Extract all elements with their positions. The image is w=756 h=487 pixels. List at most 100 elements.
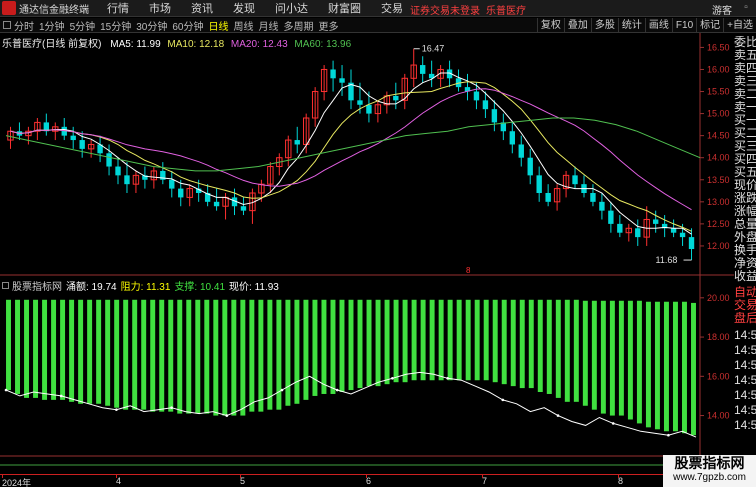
overlay-button[interactable]: 叠加 [563, 18, 591, 33]
menu-item-assistant[interactable]: 问小达 [275, 0, 308, 16]
menu-item-trade[interactable]: 交易 [381, 0, 403, 16]
indicator-bar [231, 299, 237, 416]
indicator-bar [348, 299, 354, 391]
indicator-bar [168, 299, 174, 412]
indicator-settings-icon[interactable] [2, 282, 9, 289]
price-tick-label: 14.00 [707, 153, 730, 163]
event-marker-icon: 8 [466, 266, 471, 275]
menu-item-wealth[interactable]: 财富圈 [328, 0, 361, 16]
indicator-bar [384, 299, 390, 385]
candle-body [393, 95, 399, 101]
date-tick-label: 2024年 [2, 478, 32, 487]
indicator-bar [663, 301, 669, 432]
candle-body [688, 237, 695, 250]
statistics-button[interactable]: 统计 [617, 18, 645, 33]
price-tick-label: 13.00 [707, 197, 730, 207]
candle-body [79, 140, 85, 149]
indicator-value-volume: 涌额: 19.74 [66, 282, 117, 293]
menu-item-exchange[interactable]: 市场 [149, 0, 171, 16]
minimize-icon[interactable]: ▫ [740, 2, 752, 14]
candle-body [473, 91, 480, 101]
candle-body [590, 193, 596, 202]
tab-multi-period[interactable]: 多周期 [284, 18, 314, 33]
tab-weekly[interactable]: 周线 [234, 18, 254, 33]
tab-monthly[interactable]: 月线 [259, 18, 279, 33]
menu-item-discover[interactable]: 发现 [233, 0, 255, 16]
indicator-bar [177, 299, 183, 414]
period-toolbar: 分时 1分钟 5分钟 15分钟 30分钟 60分钟 日线 周线 月线 多周期 更… [0, 18, 756, 33]
candle-body [491, 109, 498, 123]
indicator-bar [258, 299, 264, 412]
indicator-bar [555, 299, 561, 398]
indicator-price-dot [170, 406, 173, 410]
candle-body [240, 206, 247, 211]
indicator-price-dot [391, 376, 394, 380]
date-tick-mark [618, 474, 619, 478]
indicator-bar [420, 299, 426, 381]
candle-body [635, 228, 641, 238]
menu-item-news[interactable]: 资讯 [191, 0, 213, 16]
price-tick-label: 12.00 [707, 241, 730, 251]
date-tick-mark [240, 474, 241, 478]
price-tick-label: 15.00 [707, 109, 730, 119]
broker-login-status[interactable]: 证券交易未登录 乐普医疗 [410, 2, 526, 17]
tab-daily[interactable]: 日线 [209, 18, 229, 33]
indicator-price-dot [667, 433, 670, 437]
guest-user-label[interactable]: 游客 [712, 2, 732, 17]
date-axis: 2024年 4 5 6 7 8 [0, 474, 700, 487]
candle-body [617, 223, 623, 233]
side-panel-label: 14:56 [734, 329, 756, 342]
indicator-bar [132, 299, 138, 410]
multi-stock-button[interactable]: 多股 [590, 18, 618, 33]
stock-title: 乐普医疗(日线 前复权) [2, 39, 102, 50]
candle-body [670, 228, 677, 233]
toolbar-toggle-icon[interactable] [3, 21, 11, 29]
indicator-bar [285, 299, 291, 406]
f10-button[interactable]: F10 [671, 18, 696, 33]
indicator-bar [267, 299, 273, 410]
mark-button[interactable]: 标记 [696, 18, 723, 33]
restore-rights-button[interactable]: 复权 [536, 18, 564, 33]
menu-item-market[interactable]: 行情 [107, 0, 129, 16]
ma60-label: MA60: 13.96 [294, 39, 352, 50]
indicator-name[interactable]: 股票指标网 [12, 278, 62, 293]
candle-body [679, 232, 686, 238]
date-tick-mark [2, 474, 3, 478]
side-panel-label: 交易 [734, 299, 756, 312]
watermark-title: 股票指标网 [674, 455, 745, 471]
side-panel-label: 买三 [734, 140, 756, 153]
tab-15min[interactable]: 15分钟 [100, 18, 131, 33]
indicator-bar [375, 299, 381, 387]
indicator-bar [123, 299, 129, 410]
tab-more[interactable]: 更多 [319, 18, 339, 33]
tab-1min[interactable]: 1分钟 [39, 18, 65, 33]
indicator-bar [294, 299, 300, 404]
candle-body [366, 104, 372, 114]
side-panel-label: 买一 [734, 114, 756, 127]
indicator-bar [303, 299, 309, 400]
indicator-bar [213, 299, 219, 416]
add-watchlist-button[interactable]: +自选 [723, 18, 756, 33]
indicator-bar [474, 299, 480, 381]
side-panel-label: 委比 [734, 36, 756, 49]
indicator-bar [465, 299, 471, 381]
indicator-bar [672, 301, 678, 432]
indicator-bar [411, 299, 417, 381]
kline-chart[interactable]: 16.50 16.00 15.50 15.00 14.50 14.00 13.50 13.00… [0, 33, 734, 474]
indicator-bar [582, 300, 588, 406]
main-chart-header: 乐普医疗(日线 前复权) MA5: 11.99 MA10: 12.18 MA20… [2, 35, 351, 50]
draw-line-button[interactable]: 画线 [644, 18, 672, 33]
indicator-bar [159, 299, 165, 412]
indicator-tick-label: 16.00 [707, 371, 730, 381]
tab-60min[interactable]: 60分钟 [172, 18, 203, 33]
indicator-bar [330, 299, 336, 394]
candle-body [527, 157, 533, 176]
tab-5min[interactable]: 5分钟 [70, 18, 96, 33]
indicator-bar [627, 300, 633, 420]
tab-timeshare[interactable]: 分时 [14, 18, 34, 33]
tab-30min[interactable]: 30分钟 [136, 18, 167, 33]
indicator-bar [204, 299, 210, 414]
side-panel-label: 收益 [734, 270, 756, 283]
indicator-bar [249, 299, 255, 412]
indicator-bar [429, 299, 435, 381]
